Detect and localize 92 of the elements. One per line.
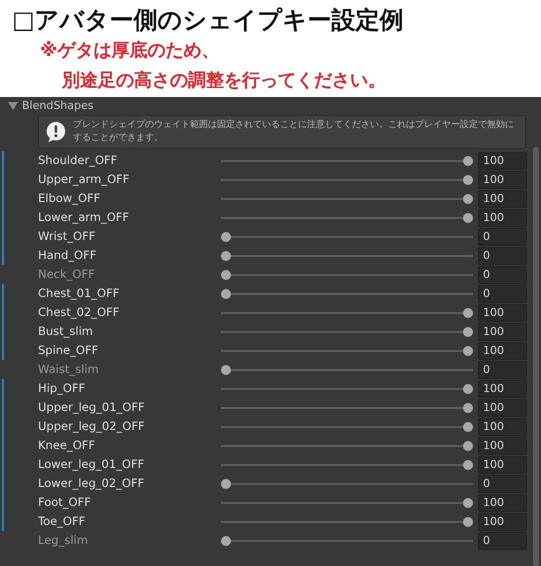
shape-key-label: Spine_OFF: [37, 342, 100, 359]
value-field[interactable]: 0: [478, 266, 527, 284]
value-field[interactable]: 0: [478, 360, 527, 378]
value-field[interactable]: 0: [478, 532, 527, 550]
slider-thumb[interactable]: [463, 308, 473, 318]
slider-thumb[interactable]: [463, 174, 473, 184]
value-field[interactable]: 100: [478, 380, 527, 398]
slider-thumb[interactable]: [221, 232, 231, 242]
value-field[interactable]: 100: [478, 512, 527, 530]
shape-key-label: Chest_02_OFF: [37, 304, 120, 321]
shape-key-label: Bust_slim: [37, 322, 94, 340]
note-text: 別途足の高さの調整を行ってください。: [60, 69, 387, 93]
slider-thumb[interactable]: [221, 536, 231, 546]
shape-key-label: Knee_OFF: [37, 436, 96, 454]
caret-down-icon[interactable]: [8, 102, 18, 110]
shape-key-label: Lower_leg_02_OFF: [37, 474, 146, 492]
slider-track[interactable]: [221, 306, 473, 318]
slider-thumb[interactable]: [463, 384, 473, 394]
shape-key-label: Neck_OFF: [37, 266, 96, 283]
slider-track[interactable]: [221, 326, 473, 338]
slider-thumb[interactable]: [463, 422, 473, 432]
shape-key-label: Foot_OFF: [37, 494, 92, 511]
slider-thumb[interactable]: [463, 498, 473, 508]
shape-key-label: Wrist_OFF: [37, 228, 96, 245]
slider-track[interactable]: [221, 250, 473, 262]
slider-track[interactable]: [221, 478, 473, 490]
value-field[interactable]: 0: [478, 228, 527, 246]
shape-key-label: Lower_leg_01_OFF: [37, 456, 146, 473]
value-field[interactable]: 100: [478, 190, 527, 208]
slider-track[interactable]: [221, 364, 473, 376]
shape-key-label: Upper_arm_OFF: [37, 170, 130, 188]
slider-track[interactable]: [221, 534, 473, 546]
slider-thumb[interactable]: [463, 516, 473, 526]
slider-track[interactable]: [221, 288, 473, 300]
slider-track[interactable]: [221, 212, 473, 224]
slider-thumb[interactable]: [221, 478, 231, 488]
shape-key-label: Leg_slim: [37, 532, 89, 549]
slider-track[interactable]: [221, 230, 473, 242]
slider-thumb[interactable]: [221, 364, 231, 374]
slider-thumb[interactable]: [463, 326, 473, 336]
slider-thumb[interactable]: [463, 212, 473, 222]
value-field[interactable]: 100: [478, 436, 527, 454]
slider-thumb[interactable]: [221, 288, 231, 298]
slider-track[interactable]: [221, 458, 473, 470]
slider-thumb[interactable]: [463, 402, 473, 412]
slider-thumb[interactable]: [221, 250, 231, 260]
shape-key-label: Upper_leg_02_OFF: [37, 418, 146, 435]
shape-key-label: Hip_OFF: [37, 380, 86, 397]
value-field[interactable]: 100: [478, 208, 527, 226]
shape-key-label: Chest_01_OFF: [37, 284, 120, 302]
shape-key-label: Toe_OFF: [37, 512, 86, 530]
value-field[interactable]: 0: [478, 284, 527, 302]
value-field[interactable]: 100: [478, 342, 527, 360]
value-field[interactable]: 100: [478, 494, 527, 512]
slider-track[interactable]: [221, 496, 473, 508]
value-field[interactable]: 100: [478, 152, 527, 170]
value-field[interactable]: 100: [478, 304, 527, 322]
help-text: ブレンドシェイプのウェイト範囲は固定されていることに注意してください。これはプレイヤー設定で無効にすることができます。: [72, 119, 515, 145]
scrollbar[interactable]: [533, 147, 539, 566]
slider-track[interactable]: [221, 440, 473, 452]
value-field[interactable]: 100: [478, 170, 527, 188]
slider-track[interactable]: [221, 154, 473, 166]
slider-thumb[interactable]: [463, 194, 473, 204]
value-field[interactable]: 100: [478, 322, 527, 340]
shape-key-label: Elbow_OFF: [37, 190, 102, 207]
note-text: ※ゲタは厚底のため、: [39, 39, 220, 63]
value-field[interactable]: 100: [478, 418, 527, 436]
slider-track[interactable]: [221, 402, 473, 414]
slider-track[interactable]: [221, 420, 473, 432]
warning-icon: [45, 119, 67, 145]
slider-thumb[interactable]: [463, 460, 473, 470]
value-field[interactable]: 0: [478, 474, 527, 492]
foldout-label[interactable]: BlendShapes: [22, 98, 94, 114]
slider-thumb[interactable]: [463, 156, 473, 166]
value-field[interactable]: 0: [478, 246, 527, 264]
slider-track[interactable]: [221, 192, 473, 204]
shape-key-label: Shoulder_OFF: [37, 152, 118, 169]
value-field[interactable]: 100: [478, 456, 527, 474]
slider-track[interactable]: [221, 268, 473, 280]
value-field[interactable]: 100: [478, 398, 527, 416]
slider-thumb[interactable]: [221, 270, 231, 280]
shape-key-label: Lower_arm_OFF: [37, 208, 130, 226]
shape-key-label: Upper_leg_01_OFF: [37, 398, 146, 416]
slider-track[interactable]: [221, 174, 473, 186]
slider-track[interactable]: [221, 516, 473, 528]
slider-thumb[interactable]: [463, 440, 473, 450]
slider-thumb[interactable]: [463, 346, 473, 356]
shape-key-label: Hand_OFF: [37, 246, 98, 264]
shape-key-label: Waist_slim: [37, 360, 100, 378]
slider-track[interactable]: [221, 344, 473, 356]
heading: □アバター側のシェイプキー設定例: [12, 5, 405, 36]
slider-track[interactable]: [221, 382, 473, 394]
